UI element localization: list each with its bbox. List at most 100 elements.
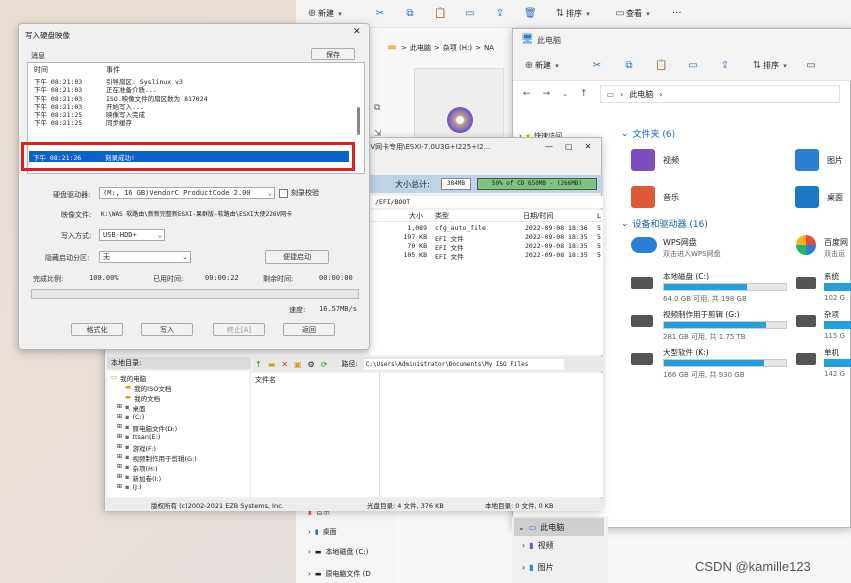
abort-button[interactable]: 终止[A]: [213, 323, 265, 336]
delete-icon[interactable]: ✕: [281, 360, 288, 369]
tree-item[interactable]: ⊞ ▪ (J:): [117, 483, 142, 491]
paste-icon[interactable]: 📋: [655, 60, 667, 72]
nav-item-c-drive[interactable]: › ▬ 本地磁盘 (C:): [308, 547, 368, 557]
back-address-bar[interactable]: ▬ > 此电脑 > 杂项 (H:) > NA: [386, 40, 516, 56]
log-scrollbar[interactable]: [357, 65, 362, 157]
copy-icon[interactable]: ⧉: [623, 60, 635, 72]
view-button[interactable]: ▭ 查看 ▾: [614, 8, 666, 20]
tree-item[interactable]: ⊞ ▪ 杂项(H:): [117, 463, 158, 473]
address-bar[interactable]: ▭ › 此电脑 ›: [599, 85, 840, 103]
table-row[interactable]: 197 KB EFI 文件 2022-09-08 18:35 5: [369, 233, 603, 243]
scroll-thumb[interactable]: [357, 107, 360, 135]
wps-drive[interactable]: WPS网盘 双击进入WPS网盘: [631, 235, 771, 265]
close-icon[interactable]: ✕: [353, 27, 361, 37]
new-folder-icon[interactable]: ▬: [268, 360, 276, 369]
image-path[interactable]: K:\WAS 软路由\新新完整新ESXI-果群版-软路由\ESXI大使226V网…: [101, 209, 341, 218]
verify-checkbox[interactable]: 刻录校验: [279, 188, 319, 198]
tree-item[interactable]: ⊞ ▪ ttsan(E:): [117, 433, 160, 441]
speed-value: 16.57MB/s: [319, 305, 357, 313]
drive-item[interactable]: 单机 142 G: [796, 347, 851, 383]
back-arrow-icon[interactable]: ←: [523, 89, 531, 99]
maximize-icon[interactable]: ▢: [565, 142, 573, 151]
new-button[interactable]: ⊕ 新建 ▾: [523, 60, 571, 72]
expand-icon[interactable]: ⊞: [117, 423, 122, 433]
drive-item[interactable]: 视频制作用于剪辑 (G:) 281 GB 可用, 共 1.75 TB: [631, 309, 791, 345]
nav-item-d-drive[interactable]: › ▬ 原电脑文件 (D: [308, 569, 371, 579]
method-select[interactable]: USB-HDD+ ⌄: [99, 229, 165, 241]
drive-item[interactable]: 系统 102 G: [796, 271, 851, 307]
table-row[interactable]: 105 KB EFI 文件 2022-09-08 18:35 5: [369, 251, 603, 261]
new-button[interactable]: ⊕ 新建 ▾: [306, 8, 356, 20]
tree-item[interactable]: ⊞ ▪ 视频制作用于剪辑(G:): [117, 453, 197, 463]
drive-item[interactable]: 本地磁盘 (C:) 64.0 GB 可用, 共 198 GB: [631, 271, 791, 307]
tree-item[interactable]: ⊞ ▪ 桌面: [117, 403, 145, 413]
hide-partition-label: 隐藏启动分区:: [45, 254, 90, 262]
expand-icon[interactable]: ⊞: [117, 483, 122, 491]
write-button[interactable]: 写入: [141, 323, 193, 336]
tree-item[interactable]: ▭ 我的电脑: [111, 373, 146, 383]
rename-icon[interactable]: ▭: [464, 8, 476, 20]
paste-icon[interactable]: 📋: [434, 8, 446, 20]
copy-icon[interactable]: ⧉: [404, 8, 416, 20]
format-button[interactable]: 格式化: [71, 323, 123, 336]
drive-item[interactable]: 大型软件 (K:) 166 GB 可用, 共 930 GB: [631, 347, 791, 383]
delete-icon[interactable]: 🗑: [524, 8, 537, 20]
selected-log-line[interactable]: 下午 08:21:26 刻录成功!: [29, 151, 349, 162]
iso-path[interactable]: /EFI/BOOT: [369, 196, 603, 208]
tree-item[interactable]: ▬ 我的ISO文档: [125, 383, 171, 393]
chevron-down-icon[interactable]: ⌄: [562, 90, 568, 98]
return-button[interactable]: 返回: [283, 323, 335, 336]
refresh-icon[interactable]: ⟳: [321, 360, 328, 369]
up-arrow-icon[interactable]: ↑: [580, 89, 588, 99]
forward-arrow-icon[interactable]: →: [543, 89, 551, 99]
table-row[interactable]: 70 KB EFI 文件 2022-09-08 18:35 5: [369, 242, 603, 252]
cut-icon[interactable]: ✂: [591, 60, 603, 72]
settings-icon[interactable]: ⚙: [308, 360, 315, 369]
sort-button[interactable]: ⇅ 排序 ▾: [554, 8, 606, 20]
up-folder-icon[interactable]: ↑: [255, 360, 262, 369]
cut-icon[interactable]: ✂: [374, 8, 386, 20]
tree-item[interactable]: ⊞ ▪ 游戏(F:): [117, 443, 156, 453]
table-row[interactable]: 1,089 cfg_auto_file 2022-09-08 18:36 5: [369, 224, 603, 233]
expand-icon[interactable]: ⊞: [117, 413, 122, 421]
minimize-icon[interactable]: —: [545, 142, 553, 151]
drives-header[interactable]: ⌄ 设备和驱动器 (16): [621, 217, 708, 231]
expand-icon[interactable]: ⊞: [117, 443, 122, 453]
tree-item[interactable]: ⊞ ▪ 原电脑文件(D:): [117, 423, 177, 433]
folder-item[interactable]: 视频: [631, 147, 679, 173]
expand-icon[interactable]: ⊞: [117, 463, 122, 473]
expand-icon[interactable]: ⊞: [117, 473, 122, 483]
tree-item[interactable]: ⊞ ▪ 新加卷(I:): [117, 473, 161, 483]
baidu-drive[interactable]: 百度网 双击运: [796, 235, 851, 265]
folders-header[interactable]: ⌄ 文件夹 (6): [621, 127, 675, 141]
close-icon[interactable]: ✕: [585, 142, 592, 151]
log-event: 开始写入...: [106, 102, 144, 111]
write-image-dialog: 写入硬盘映像 ✕ 消息 保存 时间 事件 下午 08:21:03 引导扇区: Sy…: [18, 23, 370, 350]
drive-name: 视频制作用于剪辑 (G:): [663, 310, 740, 319]
expand-icon[interactable]: ⊞: [117, 403, 122, 413]
more-button[interactable]: ···: [672, 8, 682, 19]
nav-item-desktop[interactable]: › ▮ 桌面: [308, 527, 337, 537]
tree-item[interactable]: ▬ 我的文档: [125, 393, 160, 403]
drive-select[interactable]: (M:, 16 GB)VendorC ProductCode 2.00 ⌄: [99, 187, 275, 199]
nav-item-videos[interactable]: › ▮ 视频: [522, 540, 554, 551]
quick-boot-button[interactable]: 便捷启动: [265, 250, 329, 264]
folder-item[interactable]: 图片: [795, 147, 843, 173]
rename-icon[interactable]: ▭: [687, 60, 699, 72]
expand-icon[interactable]: ⊞: [117, 433, 122, 441]
nav-item-pictures[interactable]: › ▮ 图片: [522, 562, 554, 573]
copy-icon[interactable]: ⧉: [374, 95, 386, 121]
drive-item[interactable]: 杂项 115 G: [796, 309, 851, 345]
save-button[interactable]: 保存: [311, 48, 355, 60]
hide-partition-select[interactable]: 无 ⌄: [99, 251, 191, 263]
expand-icon[interactable]: ⊞: [117, 453, 122, 463]
folder-item[interactable]: 音乐: [631, 184, 679, 210]
tree-item[interactable]: ⊞ ▪ (C:): [117, 413, 144, 421]
share-icon[interactable]: ⇪: [494, 8, 506, 20]
folder-item[interactable]: 桌面: [795, 184, 843, 210]
add-icon[interactable]: ▣: [294, 360, 302, 369]
sort-button[interactable]: ⇅ 排序 ▾: [751, 60, 791, 72]
nav-item-this-pc[interactable]: ⌄ ▭ 此电脑: [514, 518, 604, 536]
share-icon[interactable]: ⇪: [719, 60, 731, 72]
view-icon[interactable]: ▭: [805, 60, 817, 72]
